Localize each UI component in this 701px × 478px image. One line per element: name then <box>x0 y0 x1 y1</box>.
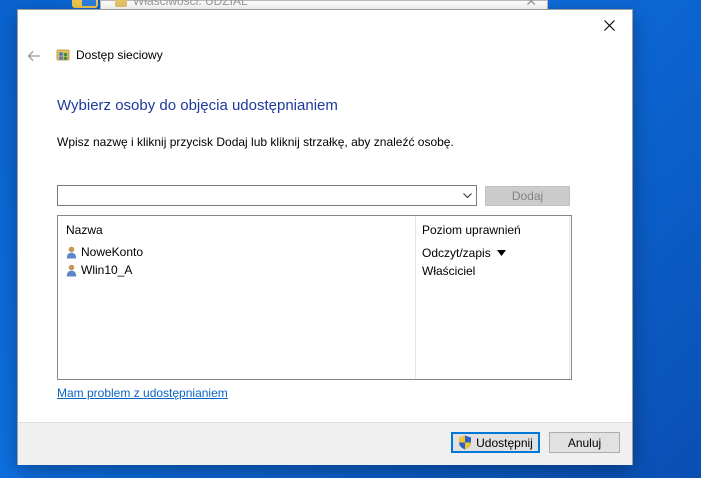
sharing-help-link[interactable]: Mam problem z udostępnianiem <box>57 386 228 400</box>
folder-icon <box>115 0 127 7</box>
network-access-dialog: Dostęp sieciowy Wybierz osoby do objęcia… <box>18 10 632 465</box>
page-heading: Wybierz osoby do objęcia udostępnianiem <box>57 97 338 114</box>
back-arrow-icon <box>27 51 40 61</box>
share-button-label: Udostępnij <box>476 435 533 450</box>
column-header-name[interactable]: Nazwa <box>66 223 103 237</box>
row-name: NoweKonto <box>81 245 144 259</box>
user-combo-input[interactable] <box>57 185 477 206</box>
uac-shield-icon <box>459 435 472 450</box>
sharing-list: Nazwa Poziom uprawnień NoweKonto Odczyt/… <box>57 215 572 380</box>
desktop-folder-overlay <box>82 0 96 6</box>
permission-value: Odczyt/zapis <box>422 246 491 260</box>
row-name-cell: NoweKonto <box>66 245 143 259</box>
share-button[interactable]: Udostępnij <box>451 432 540 453</box>
column-header-permission[interactable]: Poziom uprawnień <box>422 223 521 237</box>
network-share-icon <box>56 49 70 61</box>
column-divider <box>415 216 416 379</box>
close-icon <box>603 19 615 31</box>
dialog-footer: Udostępnij Anuluj <box>18 422 632 465</box>
chevron-down-icon[interactable] <box>462 190 473 201</box>
permission-value: Właściciel <box>422 264 476 278</box>
background-window-title: Właściwości: UDZIAL <box>133 0 248 8</box>
cancel-button[interactable]: Anuluj <box>549 432 620 453</box>
user-icon <box>66 246 77 258</box>
close-button[interactable] <box>586 10 632 40</box>
row-name-cell: Wlin10_A <box>66 263 132 277</box>
column-divider <box>569 216 570 379</box>
user-icon <box>66 264 77 276</box>
list-row[interactable]: Wlin10_A Właściciel <box>58 263 571 281</box>
row-name: Wlin10_A <box>81 263 133 277</box>
instruction-text: Wpisz nazwę i kliknij przycisk Dodaj lub… <box>57 135 454 149</box>
list-row[interactable]: NoweKonto Odczyt/zapis <box>58 245 571 263</box>
nav-title-text: Dostęp sieciowy <box>76 48 163 62</box>
background-close-icon[interactable]: ✕ <box>525 0 537 10</box>
add-button[interactable]: Dodaj <box>485 186 570 206</box>
permission-static: Właściciel <box>422 264 475 278</box>
back-button[interactable] <box>24 46 44 66</box>
permission-dropdown[interactable]: Odczyt/zapis <box>422 246 506 260</box>
nav-title: Dostęp sieciowy <box>56 48 163 62</box>
dropdown-triangle-icon <box>496 250 506 256</box>
